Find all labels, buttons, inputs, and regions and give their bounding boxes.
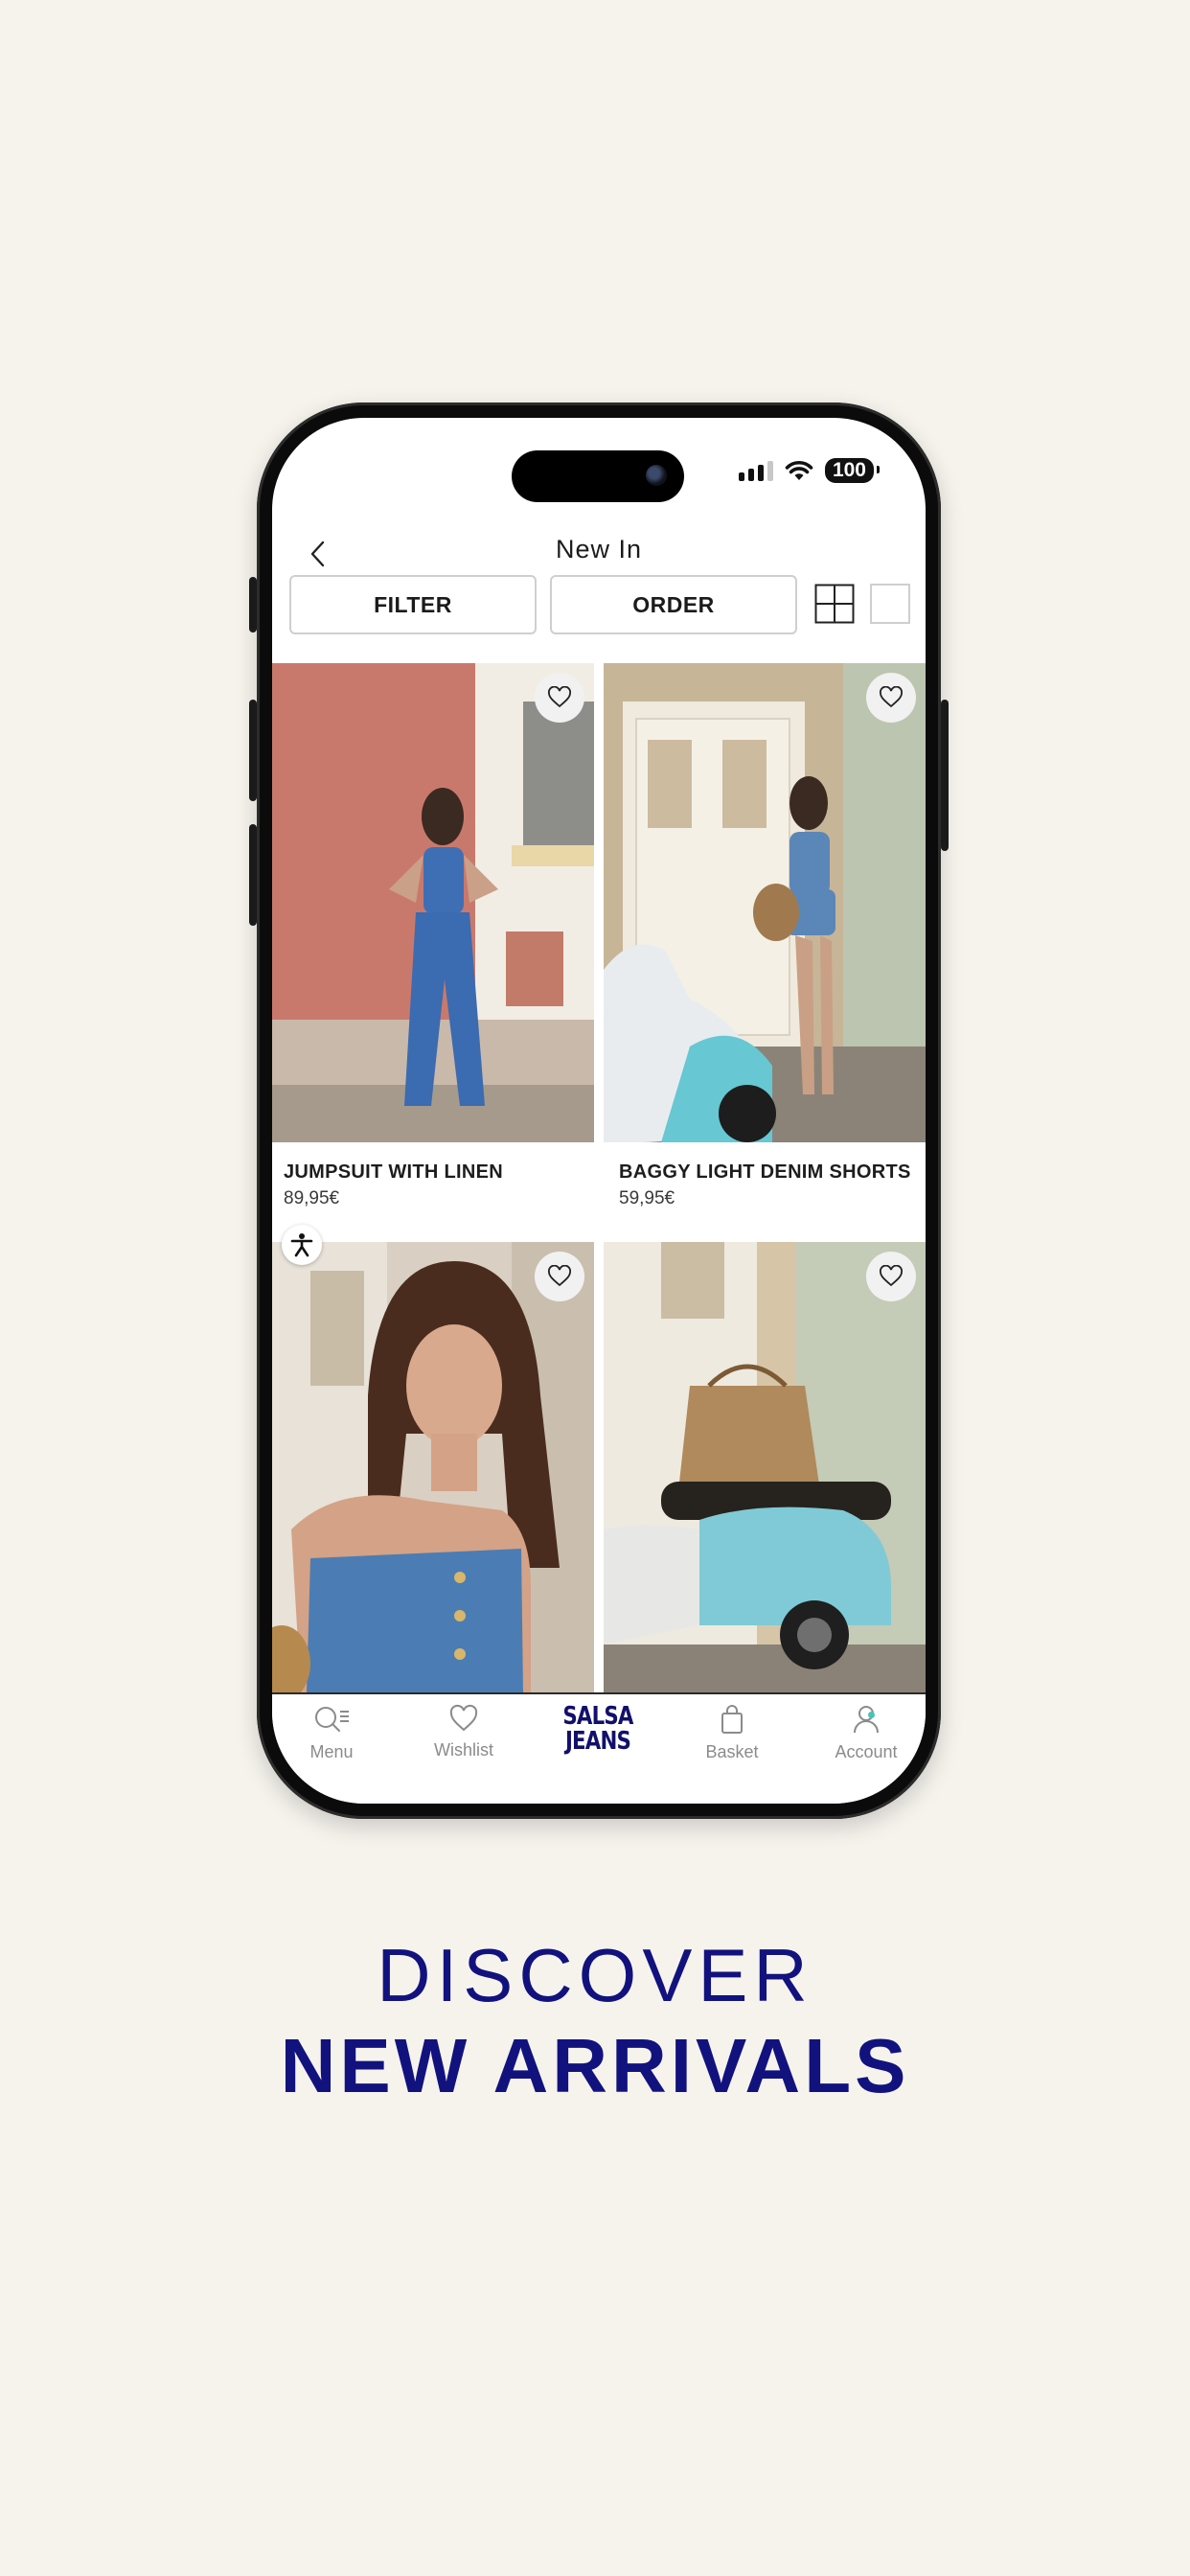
accessibility-icon [290,1233,313,1257]
accessibility-button[interactable] [282,1225,322,1265]
product-price: 59,95€ [619,1188,675,1208]
bag-icon [721,1705,743,1734]
wishlist-toggle[interactable] [866,1252,916,1301]
volume-down-button [249,824,257,926]
camera-icon [646,465,667,486]
wishlist-toggle[interactable] [866,673,916,723]
tab-account[interactable]: Account [813,1704,919,1762]
product-card[interactable] [604,1242,926,1692]
wishlist-toggle[interactable] [535,1252,584,1301]
phone-frame: 100 New In FILTER ORDER JUMPSUIT WITH LI… [249,402,949,1819]
action-button [249,577,257,632]
tab-menu-label: Menu [309,1742,354,1761]
product-image-denim-top[interactable] [272,1242,594,1692]
heart-icon [880,1265,903,1287]
heart-icon [548,686,571,708]
heart-icon [880,686,903,708]
grid-four-view-toggle[interactable] [814,584,855,624]
order-button[interactable]: ORDER [550,575,797,634]
tab-bar: Menu Wishlist SALSA JEANS Basket Account [272,1692,926,1804]
tagline-line-1: DISCOVER [377,1933,813,2017]
tab-basket-label: Basket [705,1742,759,1761]
logo-line-1: SALSA [562,1702,633,1731]
grid-single-view-toggle[interactable] [870,584,910,624]
product-card[interactable] [272,663,594,1142]
tab-menu[interactable]: Menu [279,1704,384,1762]
app-screen: 100 New In FILTER ORDER JUMPSUIT WITH LI… [272,418,926,1804]
heart-icon [548,1265,571,1287]
page-title: New In [555,535,643,564]
wifi-icon [785,460,813,480]
notification-dot [868,1712,875,1718]
product-image-straw-bag[interactable] [604,1242,926,1692]
product-name[interactable]: JUMPSUIT WITH LINEN [284,1162,503,1184]
logo-line-2: JEANS [564,1727,631,1756]
signal-icon [738,460,773,481]
product-name[interactable]: BAGGY LIGHT DENIM SHORTS [619,1162,911,1184]
product-card[interactable] [272,1242,594,1692]
battery-indicator: 100 [824,458,881,483]
dynamic-island [512,450,684,502]
power-button [941,700,949,851]
product-image-jumpsuit[interactable] [272,663,594,1142]
filter-button[interactable]: FILTER [289,575,537,634]
wishlist-toggle[interactable] [535,673,584,723]
tab-basket[interactable]: Basket [679,1704,785,1762]
brand-logo-home[interactable]: SALSA JEANS [559,1704,637,1754]
volume-up-button [249,700,257,801]
product-card[interactable] [604,663,926,1142]
status-bar: 100 [738,458,881,483]
product-price: 89,95€ [284,1188,340,1208]
tab-account-label: Account [835,1742,898,1761]
heart-icon [449,1704,478,1732]
grid-four-icon [814,584,855,624]
tab-wishlist[interactable]: Wishlist [411,1704,516,1760]
tab-wishlist-label: Wishlist [434,1740,493,1760]
user-icon [854,1706,879,1734]
tagline-line-2: NEW ARRIVALS [280,2023,910,2108]
product-image-denim-shorts[interactable] [604,663,926,1142]
search-menu-icon [315,1707,349,1732]
